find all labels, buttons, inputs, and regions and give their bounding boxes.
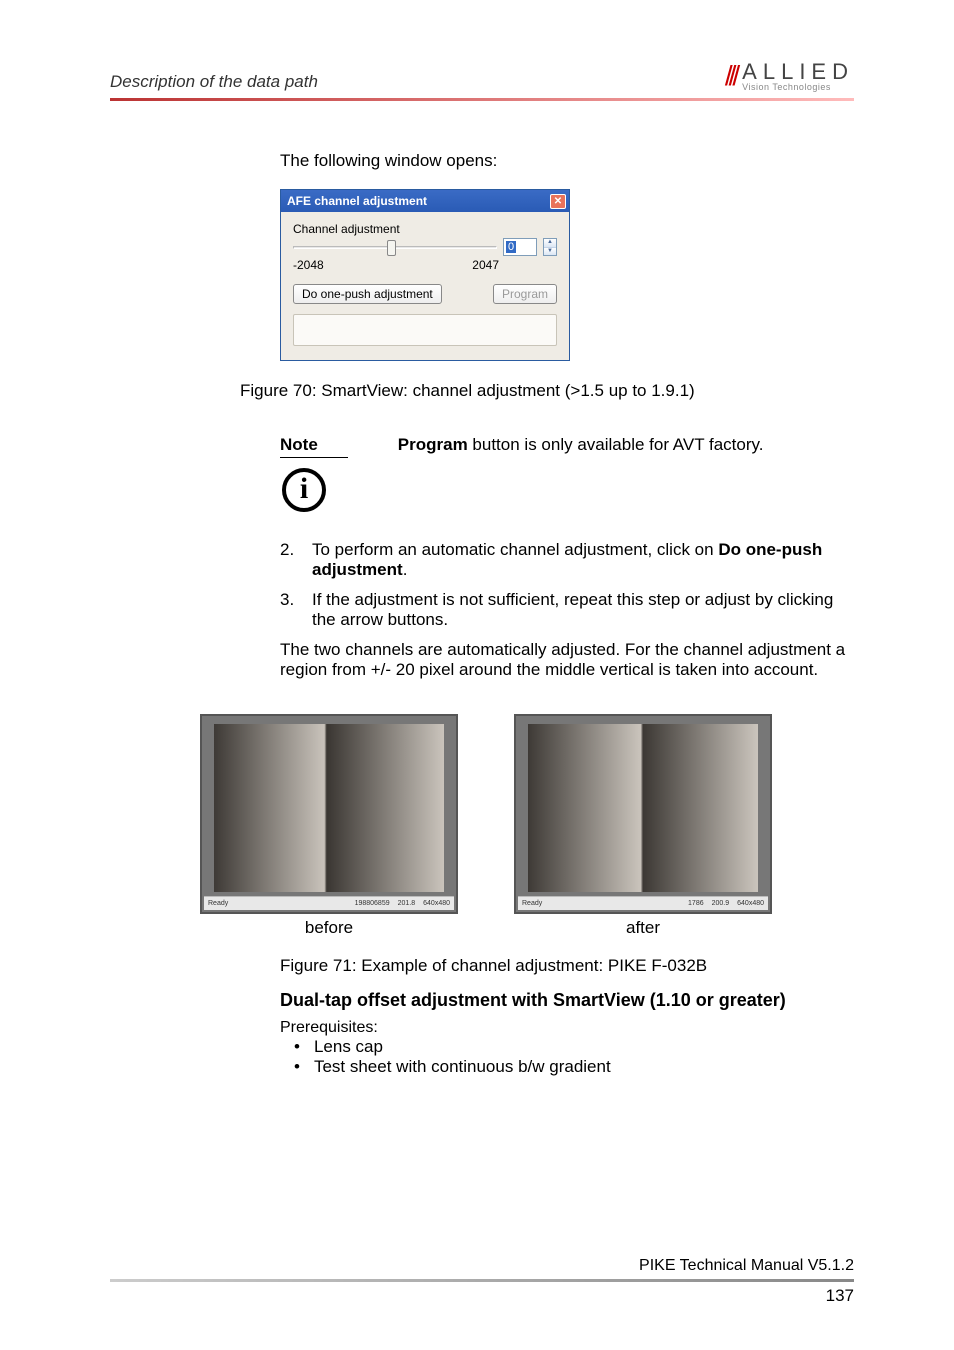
- slider-max: 2047: [472, 258, 499, 272]
- dialog-title: AFE channel adjustment: [287, 194, 427, 208]
- page-number: 137: [110, 1286, 854, 1306]
- one-push-button[interactable]: Do one-push adjustment: [293, 284, 442, 304]
- intro-text: The following window opens:: [280, 151, 854, 171]
- info-icon: i: [282, 468, 326, 512]
- figure-71-caption: Figure 71: Example of channel adjustment…: [280, 956, 854, 976]
- step-3: 3. If the adjustment is not sufficient, …: [280, 590, 854, 630]
- note-label: Note: [280, 435, 348, 458]
- before-statusbar: Ready 198806859 201.8 640x480: [204, 896, 454, 910]
- header-rule: [110, 98, 854, 101]
- close-icon[interactable]: ✕: [550, 194, 566, 209]
- afe-dialog: AFE channel adjustment ✕ Channel adjustm…: [280, 189, 570, 361]
- channel-spinner[interactable]: ▲ ▼: [543, 238, 557, 256]
- logo-slashes-icon: ///: [725, 60, 736, 92]
- logo: /// ALLIED Vision Technologies: [725, 60, 854, 92]
- slider-min: -2048: [293, 258, 324, 272]
- program-button: Program: [493, 284, 557, 304]
- footer-doc-title: PIKE Technical Manual V5.1.2: [110, 1257, 854, 1275]
- bullet-lens-cap: Lens cap: [280, 1037, 854, 1057]
- channel-adjustment-label: Channel adjustment: [293, 222, 557, 236]
- before-label: before: [200, 918, 458, 938]
- chevron-up-icon[interactable]: ▲: [544, 239, 556, 248]
- chevron-down-icon[interactable]: ▼: [544, 248, 556, 256]
- after-image: Ready 1786 200.9 640x480: [514, 714, 772, 914]
- section-header: Description of the data path: [110, 72, 318, 92]
- bullet-test-sheet: Test sheet with continuous b/w gradient: [280, 1057, 854, 1077]
- logo-sub-text: Vision Technologies: [742, 83, 854, 92]
- slider-thumb-icon[interactable]: [387, 240, 396, 256]
- channel-slider[interactable]: [293, 238, 497, 256]
- note-text: Program button is only available for AVT…: [398, 435, 764, 455]
- auto-adjust-paragraph: The two channels are automatically adjus…: [280, 640, 854, 680]
- step-2: 2. To perform an automatic channel adjus…: [280, 540, 854, 580]
- message-area: [293, 314, 557, 346]
- dual-tap-heading: Dual-tap offset adjustment with SmartVie…: [280, 990, 854, 1011]
- figure-70-caption: Figure 70: SmartView: channel adjustment…: [240, 381, 854, 401]
- after-statusbar: Ready 1786 200.9 640x480: [518, 896, 768, 910]
- after-label: after: [514, 918, 772, 938]
- channel-value-input[interactable]: 0: [503, 238, 537, 256]
- prerequisites-label: Prerequisites:: [280, 1019, 854, 1037]
- logo-main-text: ALLIED: [742, 61, 854, 83]
- before-image: Ready 198806859 201.8 640x480: [200, 714, 458, 914]
- footer-rule: [110, 1279, 854, 1282]
